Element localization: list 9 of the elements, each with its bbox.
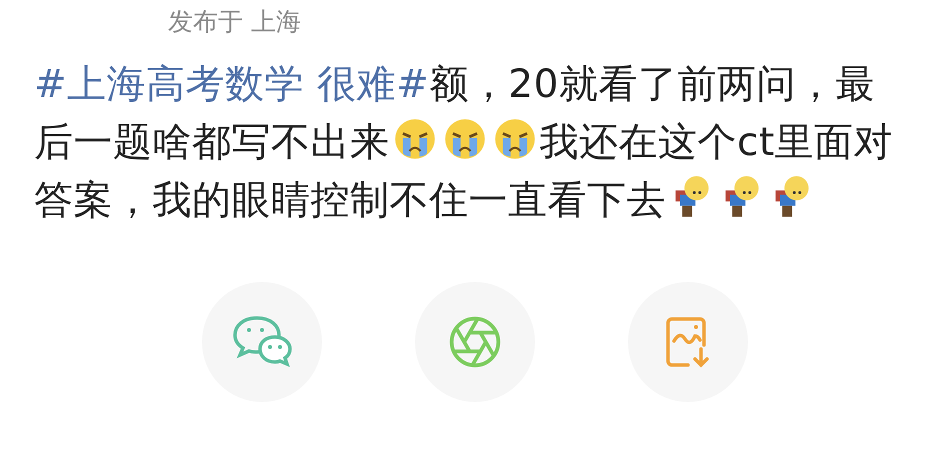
crying-face-icon [492,117,536,161]
crying-face-icon [442,117,486,161]
post-location: 发布于 上海 [168,6,301,38]
image-download-icon [664,315,712,369]
post-text: #上海高考数学 很难#额，20就看了前两问，最后一题啥都写不出来 我还在这个ct里面对答案，我的眼睛控制不住一直看下去 [34,61,894,225]
chat-bubbles-icon [231,315,293,369]
crying-face-icon [392,117,436,161]
aperture-icon [447,314,503,370]
hashtag-link[interactable]: #上海高考数学 很难# [34,62,430,107]
